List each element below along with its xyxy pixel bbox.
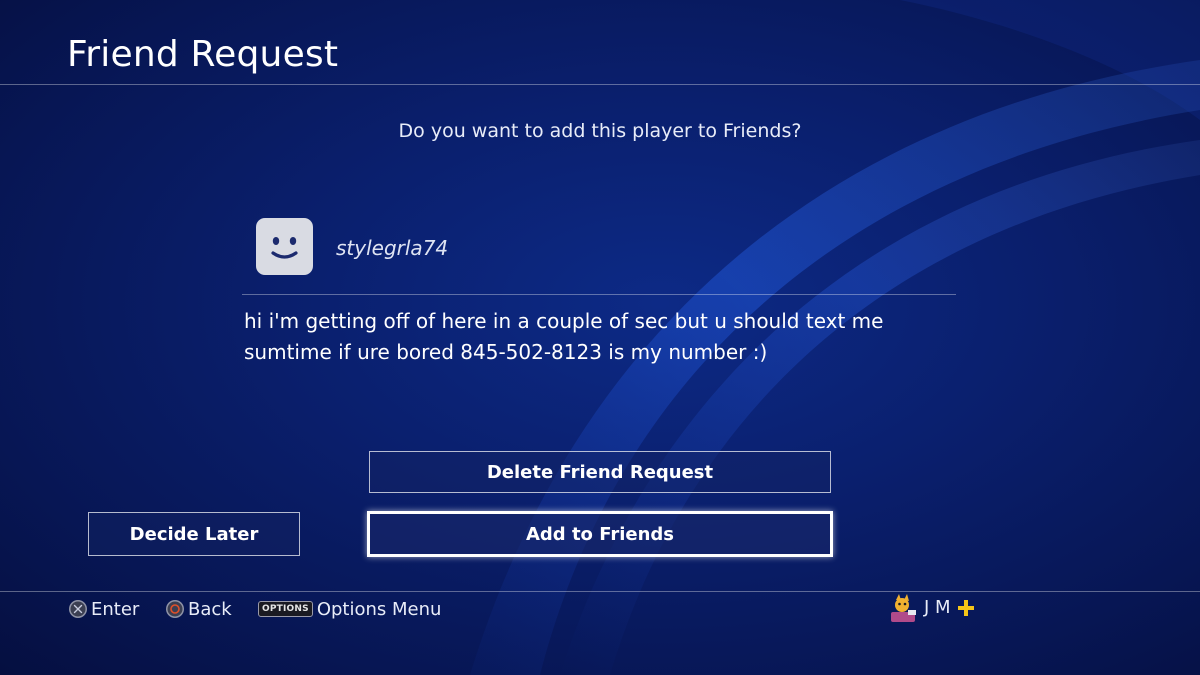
- smiley-avatar-icon: [256, 218, 313, 275]
- options-menu-label: Options Menu: [316, 598, 442, 620]
- enter-label: Enter: [91, 598, 140, 620]
- back-hint: Back: [166, 597, 232, 621]
- decide-later-button[interactable]: Decide Later: [88, 512, 300, 556]
- ps-plus-icon: [958, 600, 974, 616]
- cross-button-icon: [69, 600, 87, 618]
- add-friend-question: Do you want to add this player to Friend…: [398, 120, 802, 142]
- add-to-friends-button[interactable]: Add to Friends: [367, 511, 833, 557]
- back-label: Back: [188, 598, 232, 620]
- options-button-icon: OPTIONS: [258, 601, 313, 617]
- user-name: J M: [924, 597, 951, 618]
- request-message: hi i'm getting off of here in a couple o…: [244, 309, 884, 364]
- header-divider: [0, 84, 1200, 85]
- options-menu-hint: OPTIONS Options Menu: [258, 597, 441, 621]
- enter-hint: Enter: [69, 597, 139, 621]
- page-title: Friend Request: [67, 34, 339, 75]
- delete-friend-request-button[interactable]: Delete Friend Request: [369, 451, 831, 493]
- footer-divider: [0, 591, 1200, 592]
- user-avatar-icon: [891, 594, 916, 622]
- message-divider: [242, 294, 956, 295]
- sender-username: stylegrla74: [336, 236, 449, 260]
- friend-request-screen: Friend Request Do you want to add this p…: [0, 0, 1200, 675]
- circle-button-icon: [166, 600, 184, 618]
